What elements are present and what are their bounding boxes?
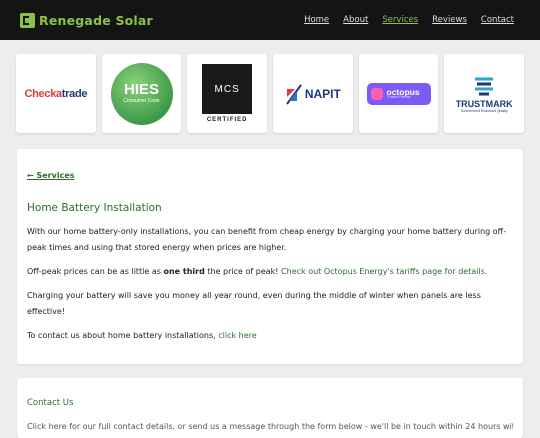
service-panel: ← Services Home Battery Installation Wit… [17, 149, 523, 364]
brand-logo[interactable]: Renegade Solar [20, 12, 153, 28]
hies-subtitle: Consumer Code [123, 98, 160, 105]
brand-icon [20, 12, 35, 28]
checkatrade-part2: trade [61, 87, 88, 100]
savings-paragraph: Charging your battery will save you mone… [27, 291, 481, 316]
page-title: Home Battery Installation [27, 202, 162, 214]
contact-title: Contact Us [27, 398, 74, 408]
trustmark-subtitle: Government Endorsed Quality [460, 108, 508, 113]
nav-reviews-link[interactable]: Reviews [432, 15, 467, 25]
intro-paragraph: With our home battery-only installations… [27, 227, 507, 252]
trustmark-logo: TRUSTMARK Government Endorsed Quality [444, 54, 525, 133]
octopus-icon [370, 87, 383, 100]
napit-name: NAPIT [304, 86, 341, 101]
napit-flag-icon [286, 83, 302, 105]
nav-services-link[interactable]: Services [382, 15, 418, 25]
nav-about-link[interactable]: About [343, 15, 368, 25]
hies-title: HIES [123, 81, 159, 99]
contact-description: Click here for our full contact details,… [27, 422, 513, 431]
trustmark-icon [475, 77, 494, 95]
pricing-bold: one third [163, 267, 205, 276]
checkatrade-part1: Checka [24, 87, 62, 100]
pricing-paragraph: Off-peak prices can be as little as one … [27, 264, 513, 280]
trustmark-name: TRUSTMARK [455, 98, 513, 109]
click-here-link[interactable]: click here [218, 331, 256, 340]
nav-home-link[interactable]: Home [304, 15, 329, 25]
contact-text: To contact us about home battery install… [27, 331, 219, 340]
octopus-subtitle: Trusted Partner [386, 95, 411, 99]
octopus-tariffs-link[interactable]: Check out Octopus Energy's tariffs page … [281, 267, 487, 276]
hies-logo: HIES Consumer Code [101, 54, 182, 133]
pricing-text: Off-peak prices can be as little as [27, 267, 164, 276]
napit-logo: NAPIT [273, 54, 353, 133]
mcs-mark: MCS [202, 64, 253, 114]
mcs-logo: MCS CERTIFIED [187, 54, 268, 133]
pricing-text-2: the price of peak! [204, 267, 282, 276]
contact-panel: Contact Us Click here for our full conta… [17, 378, 523, 438]
checkatrade-logo: Checkatrade [16, 54, 96, 133]
site-header: Renegade Solar Home About Services Revie… [0, 0, 540, 40]
nav-contact-link[interactable]: Contact [481, 15, 514, 25]
mcs-caption: CERTIFIED [206, 117, 248, 123]
main-nav: Home About Services Reviews Contact [304, 15, 514, 25]
hies-badge: HIES Consumer Code [110, 62, 173, 125]
accreditation-logos: Checkatrade HIES Consumer Code MCS CERTI… [0, 40, 540, 133]
back-to-services-link[interactable]: ← Services [27, 171, 75, 180]
contact-paragraph: To contact us about home battery install… [27, 328, 513, 344]
octopus-logo: octopus Trusted Partner [358, 54, 439, 133]
brand-name: Renegade Solar [39, 12, 153, 28]
